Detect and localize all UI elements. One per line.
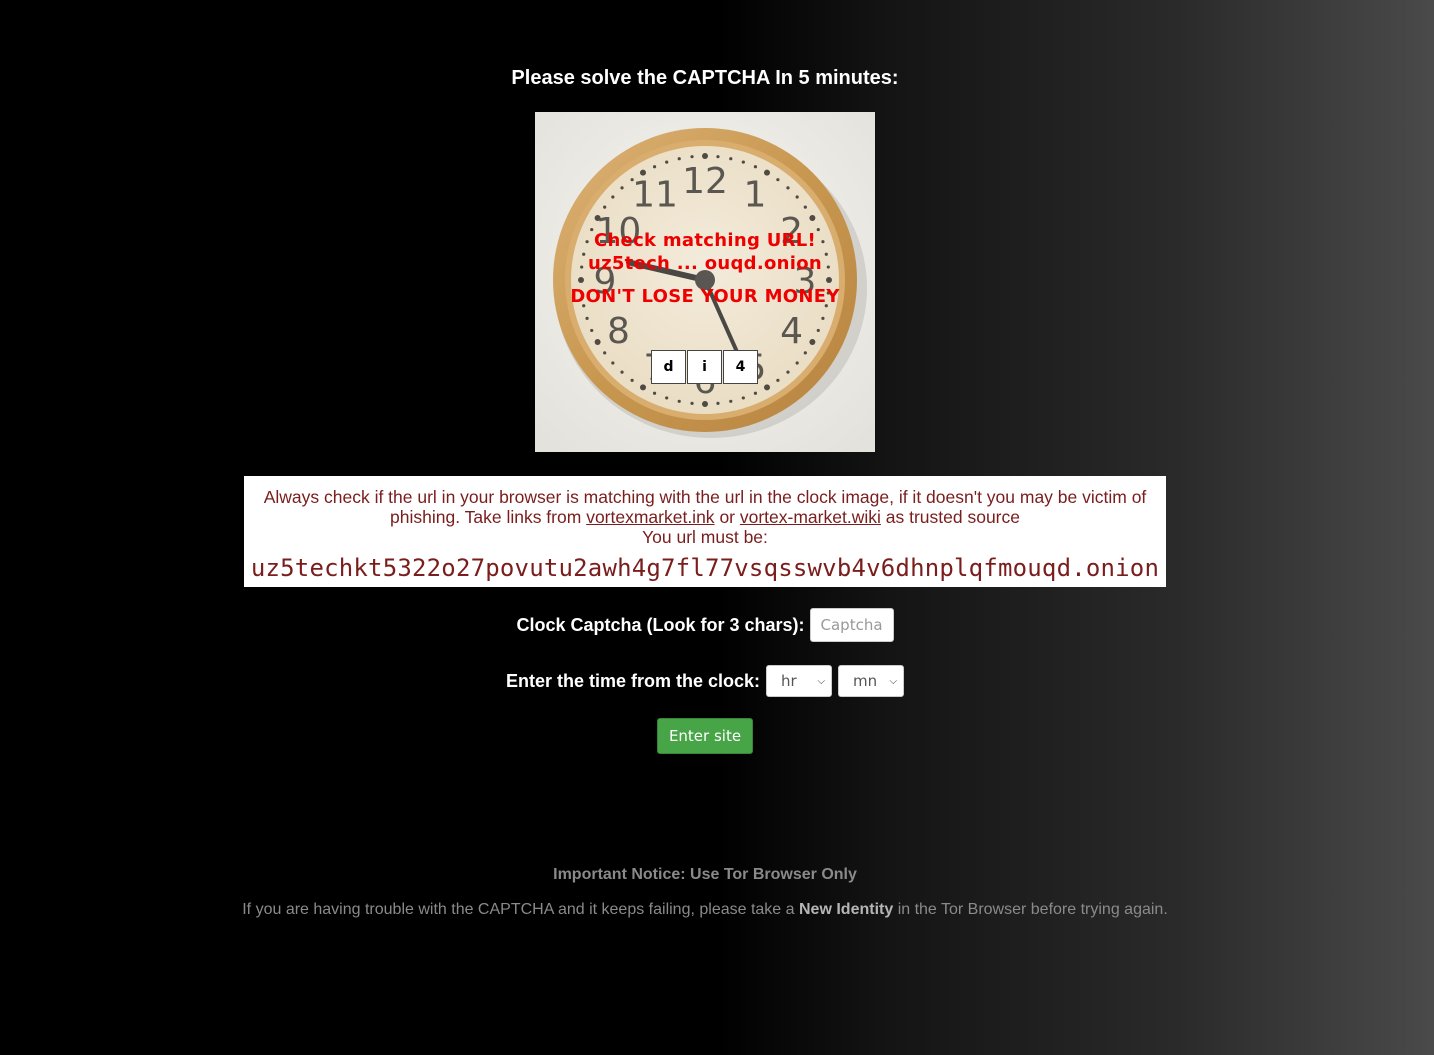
clock-numeral: 11 <box>632 174 678 215</box>
clock-tick <box>578 277 584 283</box>
clock-tick <box>741 396 745 400</box>
clock-tick <box>620 186 624 190</box>
clock-tick <box>690 155 694 159</box>
chevron-down-icon: ⌵ <box>817 675 826 687</box>
clock-tick <box>585 316 589 320</box>
clock-tick <box>620 370 624 374</box>
link-vortexmarket-ink[interactable]: vortexmarket.ink <box>586 507 714 527</box>
notice-or: or <box>719 507 735 527</box>
captcha-input[interactable]: Captcha <box>809 608 894 642</box>
warning-line-1: Check matching URL! <box>593 230 817 251</box>
hour-select-value: hr <box>781 672 797 690</box>
clock-tick <box>603 205 607 209</box>
tor-notice-text-1: If you are having trouble with the CAPTC… <box>242 901 795 918</box>
clock-tick <box>611 361 615 365</box>
clock-tick <box>652 165 657 169</box>
minute-select[interactable]: mn ⌵ <box>838 665 905 697</box>
clock-tick <box>665 160 669 164</box>
phishing-notice: Always check if the url in your browser … <box>244 476 1166 587</box>
clock-tick <box>665 396 669 400</box>
tor-notice-text: If you are having trouble with the CAPTC… <box>0 901 1410 919</box>
clock-numeral: 8 <box>607 311 630 352</box>
clock-tick <box>652 391 657 395</box>
minute-select-value: mn <box>853 672 878 690</box>
time-label: Enter the time from the clock: <box>505 670 761 691</box>
clock-tick <box>803 351 807 355</box>
new-identity-text: New Identity <box>799 901 894 918</box>
clock-tick <box>690 401 694 405</box>
clock-tick <box>716 155 720 159</box>
captcha-label: Clock Captcha (Look for 3 chars): <box>516 614 805 635</box>
notice-text-2: as trusted source <box>885 507 1020 527</box>
chevron-down-icon: ⌵ <box>889 675 898 687</box>
url-must-be-label: You url must be: <box>642 527 768 547</box>
captcha-char: i <box>687 350 722 384</box>
clock-tick <box>786 370 790 374</box>
clock-tick <box>716 401 720 405</box>
onion-url: uz5techkt5322o27povutu2awh4g7fl77vsqsswv… <box>250 554 1160 582</box>
clock-tick <box>821 316 825 320</box>
tor-notice-text-2: in the Tor Browser before trying again. <box>897 901 1168 918</box>
captcha-chars: d i 4 <box>651 350 758 384</box>
clock-tick <box>729 399 733 403</box>
clock-tick <box>809 215 816 221</box>
warning-line-2: uz5tech ... ouqd.onion <box>587 253 823 274</box>
clock-tick <box>729 157 733 161</box>
page-title: Please solve the CAPTCHA In 5 minutes: <box>511 67 899 89</box>
clock-tick <box>809 339 816 345</box>
important-notice-title: Important Notice: Use Tor Browser Only <box>553 866 857 883</box>
clock-tick <box>611 195 615 199</box>
hour-select[interactable]: hr ⌵ <box>766 665 833 697</box>
clock-tick <box>590 328 594 333</box>
clock-tick <box>741 160 745 164</box>
clock-tick <box>776 178 780 182</box>
clock-tick <box>603 351 607 355</box>
clock-tick <box>826 277 832 283</box>
clock-numeral: 1 <box>744 174 767 215</box>
captcha-placeholder: Captcha <box>820 616 883 634</box>
link-vortex-market-wiki[interactable]: vortex-market.wiki <box>740 507 881 527</box>
clock-numeral: 12 <box>682 161 728 202</box>
clock-drawing: 121234567891011 <box>535 112 875 452</box>
captcha-row: Clock Captcha (Look for 3 chars): Captch… <box>0 608 1410 642</box>
clock-tick <box>786 186 790 190</box>
time-row: Enter the time from the clock: hr ⌵ mn ⌵ <box>0 665 1410 697</box>
captcha-char: d <box>651 350 686 384</box>
warning-line-3: DON'T LOSE YOUR MONEY <box>570 286 840 307</box>
clock-tick <box>702 153 708 159</box>
captcha-char: 4 <box>723 350 758 384</box>
clock-tick <box>803 205 807 209</box>
clock-tick <box>776 378 780 382</box>
clock-tick <box>753 391 758 395</box>
notice-text: Always check if the url in your browser … <box>244 487 1166 527</box>
clock-tick <box>753 165 758 169</box>
clock-tick <box>816 328 820 333</box>
captcha-clock-image: 121234567891011 Check matching URL! uz5t… <box>535 112 875 452</box>
clock-tick <box>677 399 681 403</box>
clock-tick <box>677 157 681 161</box>
enter-site-button[interactable]: Enter site <box>657 718 753 754</box>
clock-tick <box>795 195 799 199</box>
clock-tick <box>594 339 601 345</box>
clock-numeral: 4 <box>780 311 803 352</box>
clock-tick <box>630 378 634 382</box>
clock-tick <box>795 361 799 365</box>
